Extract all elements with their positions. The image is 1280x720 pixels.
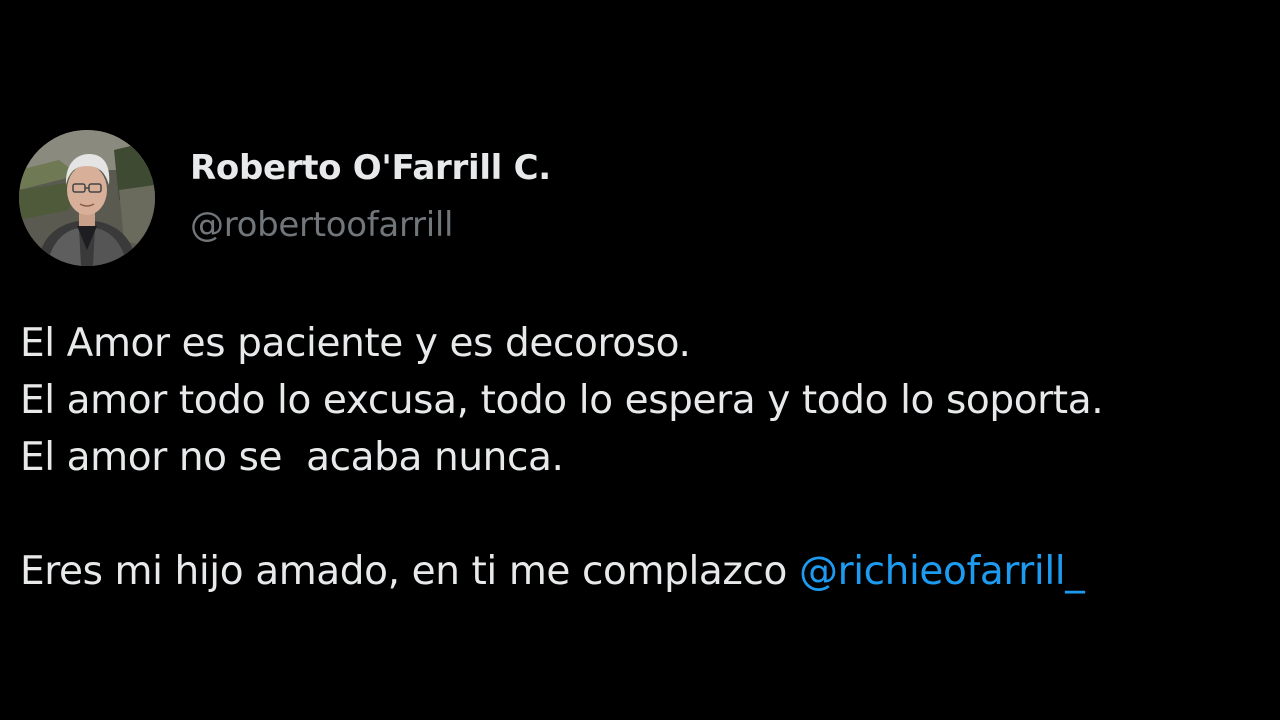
closing-text: Eres mi hijo amado, en ti me complazco [20, 549, 799, 594]
tweet-text: El Amor es paciente y es decoroso. El am… [20, 315, 1270, 600]
author-handle[interactable]: @robertoofarrill [190, 205, 453, 245]
tweet-card: Roberto O'Farrill C. @robertoofarrill El… [0, 0, 1280, 720]
mention-link[interactable]: @richieofarrill_ [799, 549, 1085, 594]
tweet-line: El amor todo lo excusa, todo lo espera y… [20, 378, 1104, 423]
avatar-photo-icon [19, 130, 155, 266]
line-break [20, 486, 1270, 543]
tweet-closing-line: Eres mi hijo amado, en ti me complazco @… [20, 543, 1270, 600]
author-avatar[interactable] [19, 130, 155, 266]
tweet-line: El Amor es paciente y es decoroso. [20, 321, 691, 366]
author-display-name[interactable]: Roberto O'Farrill C. [190, 148, 551, 188]
tweet-line: El amor no se acaba nunca. [20, 435, 564, 480]
